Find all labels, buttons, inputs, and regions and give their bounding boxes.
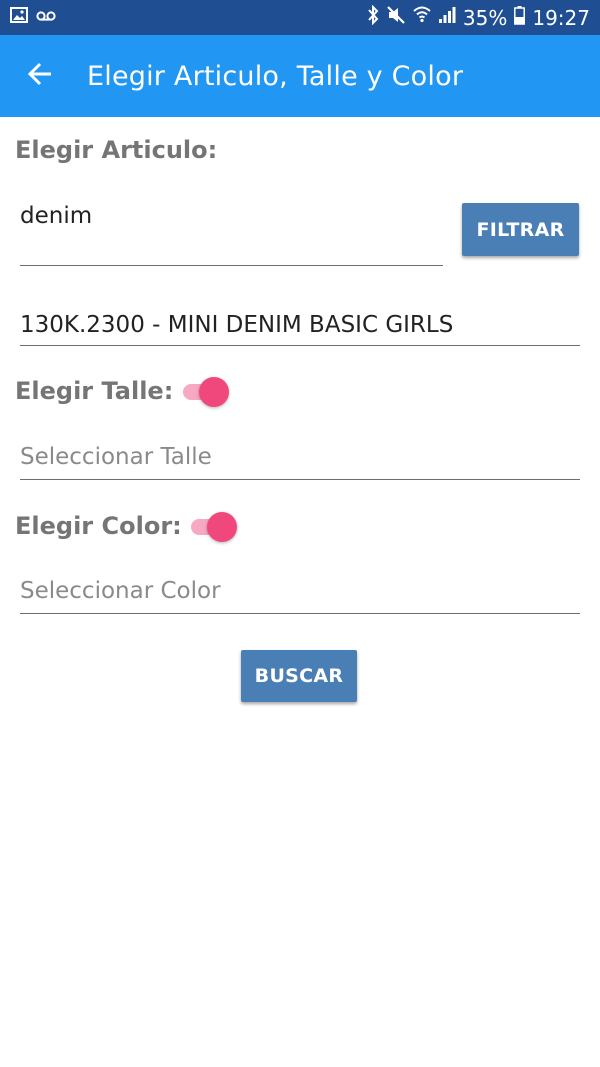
- page-title: Elegir Articulo, Talle y Color: [87, 60, 464, 92]
- status-right: 35% 19:27: [367, 4, 590, 30]
- articulo-label: Elegir Articulo:: [15, 136, 218, 164]
- signal-icon: [438, 6, 456, 29]
- color-label: Elegir Color:: [15, 512, 182, 540]
- color-input[interactable]: [20, 574, 580, 614]
- talle-toggle[interactable]: [181, 375, 229, 409]
- arrow-left-icon: [27, 62, 53, 91]
- article-search-input[interactable]: [20, 196, 443, 266]
- color-toggle-thumb: [207, 512, 237, 542]
- talle-label: Elegir Talle:: [15, 377, 174, 405]
- battery-percentage: 35%: [462, 5, 508, 30]
- bluetooth-icon: [367, 4, 379, 30]
- selected-article-text: 130K.2300 - MINI DENIM BASIC GIRLS: [20, 312, 454, 338]
- talle-toggle-thumb: [199, 377, 229, 407]
- voicemail-icon: [36, 9, 56, 27]
- app-bar: Elegir Articulo, Talle y Color: [0, 35, 600, 117]
- search-button[interactable]: BUSCAR: [241, 650, 357, 702]
- mute-icon: [386, 5, 406, 30]
- status-bar: 35% 19:27: [0, 0, 600, 35]
- status-left: [10, 7, 56, 28]
- color-toggle[interactable]: [189, 510, 237, 544]
- battery-icon: [514, 5, 526, 30]
- image-icon: [10, 7, 28, 28]
- filter-button[interactable]: FILTRAR: [462, 203, 579, 256]
- wifi-icon: [413, 5, 431, 30]
- clock: 19:27: [532, 5, 590, 30]
- article-dropdown[interactable]: 130K.2300 - MINI DENIM BASIC GIRLS: [20, 306, 580, 346]
- talle-input[interactable]: [20, 440, 580, 480]
- back-button[interactable]: [12, 48, 68, 104]
